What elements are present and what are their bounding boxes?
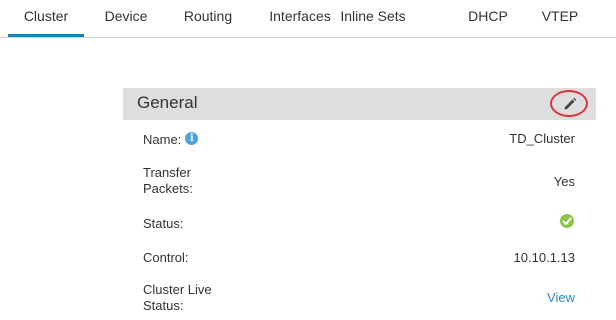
transfer-packets-label-line1: Transfer (143, 165, 191, 180)
cluster-live-status-label-line2: Status: (143, 298, 184, 313)
tab-dhcp[interactable]: DHCP (459, 0, 517, 37)
control-label: Control: (143, 250, 189, 265)
name-label: Name: (143, 132, 182, 147)
view-link[interactable]: View (547, 290, 575, 306)
transfer-packets-label-line2: Packets: (143, 181, 193, 196)
name-label-row: Name: i (143, 132, 199, 148)
info-icon[interactable]: i (185, 132, 199, 145)
tab-routing[interactable]: Routing (173, 0, 243, 37)
cluster-live-status-label: Cluster Live Status: (143, 282, 212, 314)
check-circle-icon (560, 214, 574, 228)
pencil-icon (564, 97, 577, 110)
tab-device[interactable]: Device (94, 0, 158, 37)
name-value: TD_Cluster (509, 131, 575, 146)
status-label: Status: (143, 216, 184, 231)
control-value: 10.10.1.13 (513, 250, 575, 265)
tab-bar: Cluster Device Routing Interfaces Inline… (0, 0, 616, 38)
tab-interfaces[interactable]: Interfaces (257, 0, 343, 37)
tab-cluster[interactable]: Cluster (8, 0, 84, 37)
panel-title: General (137, 93, 198, 112)
transfer-packets-label: Transfer Packets: (143, 165, 193, 197)
general-panel-header: General (123, 88, 596, 120)
tab-vtep[interactable]: VTEP (531, 0, 589, 37)
tab-inline-sets[interactable]: Inline Sets (333, 0, 413, 37)
edit-button[interactable] (550, 90, 588, 117)
transfer-packets-value: Yes (553, 174, 575, 189)
cluster-live-status-label-line1: Cluster Live (143, 282, 212, 297)
